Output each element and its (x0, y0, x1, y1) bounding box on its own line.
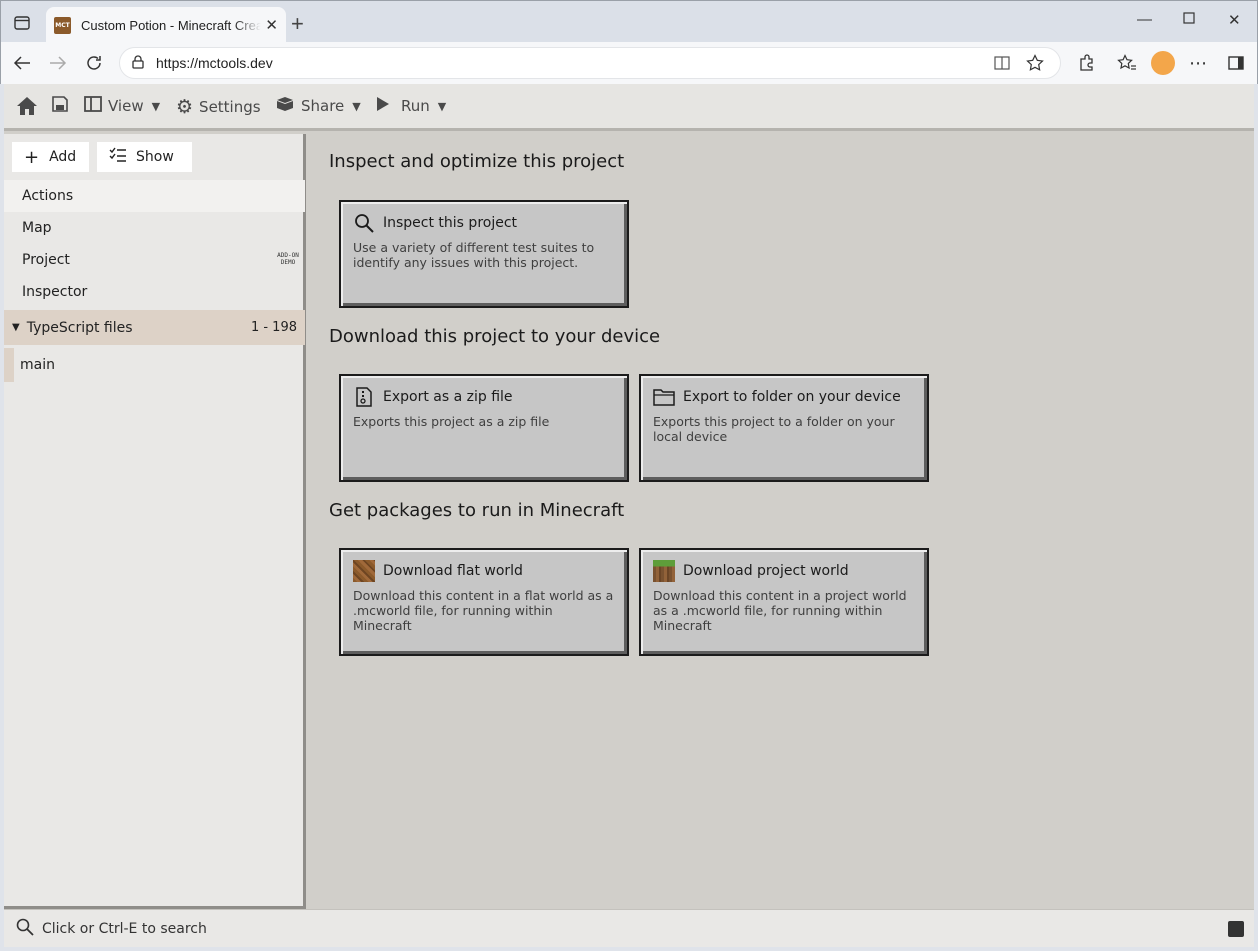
share-menu-button[interactable]: Share ▼ (275, 96, 361, 116)
search-icon (16, 918, 34, 940)
sidebar-item-label: Project (22, 252, 70, 268)
download-project-world-card[interactable]: Download project world Download this con… (639, 548, 929, 656)
chevron-down-icon: ▼ (437, 99, 447, 113)
profile-avatar[interactable] (1151, 51, 1175, 75)
forward-icon[interactable] (46, 51, 70, 75)
app-toolbar: View ▼ ⚙ Settings Share ▼ Run ▼ (4, 84, 1254, 131)
card-description: Exports this project to a folder on your… (653, 414, 895, 444)
chevron-down-icon: ▼ (151, 99, 161, 113)
card-title: Export as a zip file (383, 389, 513, 405)
new-tab-icon[interactable]: + (291, 11, 304, 37)
search-bar[interactable]: Click or Ctrl-E to search (4, 909, 1254, 947)
settings-label: Settings (199, 98, 261, 116)
card-description: Exports this project as a zip file (353, 414, 550, 429)
run-label: Run (401, 97, 430, 115)
view-label: View (108, 97, 144, 115)
sidebar-item-project[interactable]: Project ADD-ON DEMO (4, 244, 305, 276)
checklist-icon (109, 147, 127, 167)
zip-file-icon (353, 386, 375, 408)
url-field[interactable]: https://mctools.dev (119, 47, 1061, 79)
expand-panel-icon[interactable] (1228, 921, 1244, 937)
refresh-icon[interactable] (82, 51, 106, 75)
sidebar-item-label: Inspector (22, 284, 88, 300)
close-window-icon[interactable]: ✕ (1228, 11, 1241, 29)
save-icon (52, 96, 68, 116)
card-title: Inspect this project (383, 215, 518, 231)
search-icon (353, 212, 375, 234)
sidebar-toggle-icon[interactable] (1224, 51, 1248, 75)
section-title: Inspect and optimize this project (329, 151, 625, 172)
card-title: Download flat world (383, 563, 523, 579)
typescript-files-group[interactable]: ▼ TypeScript files 1 - 198 (4, 310, 305, 345)
more-options-icon[interactable]: ⋯ (1186, 51, 1210, 75)
app-root: View ▼ ⚙ Settings Share ▼ Run ▼ + Add Sh… (4, 84, 1254, 947)
card-title: Export to folder on your device (683, 389, 901, 405)
show-label: Show (136, 149, 174, 165)
group-count: 1 - 198 (250, 320, 297, 335)
group-label: TypeScript files (26, 319, 133, 336)
selection-indicator (4, 348, 14, 382)
sidebar-item-label: Actions (22, 188, 74, 204)
card-title: Download project world (683, 563, 849, 579)
save-button[interactable] (52, 96, 68, 116)
lock-icon (132, 54, 144, 73)
sidebar-item-actions[interactable]: Actions (4, 180, 305, 212)
gear-icon: ⚙ (176, 96, 194, 118)
add-button[interactable]: + Add (12, 142, 89, 172)
maximize-icon[interactable] (1183, 11, 1195, 28)
app-view-icon[interactable] (994, 55, 1010, 75)
home-button[interactable] (16, 96, 38, 120)
settings-button[interactable]: ⚙ Settings (176, 96, 261, 118)
tab-title: Custom Potion - Minecraft Creator Tools (81, 17, 261, 33)
card-description: Download this content in a flat world as… (353, 588, 614, 633)
card-description: Download this content in a project world… (653, 588, 907, 633)
sidebar-item-label: Map (22, 220, 52, 236)
address-bar-row: https://mctools.dev ⋯ (0, 42, 1258, 84)
favorite-star-icon[interactable] (1026, 54, 1044, 76)
url-text: https://mctools.dev (156, 55, 273, 71)
file-item-main[interactable]: main (4, 348, 305, 382)
run-menu-button[interactable]: Run ▼ (376, 96, 446, 116)
tab-actions-icon[interactable] (11, 12, 33, 34)
browser-tab[interactable]: MCT Custom Potion - Minecraft Creator To… (46, 7, 286, 43)
folder-icon (653, 386, 675, 408)
home-icon (16, 96, 38, 120)
chevron-down-icon: ▼ (352, 99, 361, 113)
back-icon[interactable] (10, 51, 34, 75)
file-label: main (20, 357, 55, 373)
add-label: Add (49, 149, 77, 165)
favorites-icon[interactable] (1115, 51, 1139, 75)
actions-panel: Inspect and optimize this project Inspec… (310, 134, 1254, 909)
search-placeholder: Click or Ctrl-E to search (42, 920, 207, 937)
minimize-icon[interactable]: — (1137, 11, 1152, 28)
card-description: Use a variety of different test suites t… (353, 240, 595, 270)
project-sidebar: + Add Show Actions Map Project ADD-ON DE… (4, 134, 306, 909)
grass-block-icon (653, 560, 675, 582)
browser-tab-bar: MCT Custom Potion - Minecraft Creator To… (0, 0, 1258, 43)
export-zip-card[interactable]: Export as a zip file Exports this projec… (339, 374, 629, 482)
project-type-badge: ADD-ON DEMO (277, 252, 299, 266)
share-box-icon (275, 96, 295, 116)
extensions-icon[interactable] (1074, 51, 1098, 75)
plus-icon: + (24, 146, 40, 168)
close-tab-icon[interactable]: ✕ (265, 16, 278, 34)
section-title: Download this project to your device (329, 326, 661, 347)
view-menu-button[interactable]: View ▼ (84, 96, 160, 116)
layout-icon (84, 96, 102, 116)
export-folder-card[interactable]: Export to folder on your device Exports … (639, 374, 929, 482)
play-icon (376, 96, 390, 116)
download-flat-world-card[interactable]: Download flat world Download this conten… (339, 548, 629, 656)
app-favicon-icon: MCT (54, 16, 71, 34)
share-label: Share (301, 97, 345, 115)
section-title: Get packages to run in Minecraft (329, 500, 625, 521)
chevron-down-icon: ▼ (12, 322, 20, 333)
show-button[interactable]: Show (97, 142, 192, 172)
inspect-project-card[interactable]: Inspect this project Use a variety of di… (339, 200, 629, 308)
sidebar-item-inspector[interactable]: Inspector (4, 276, 305, 308)
sidebar-item-map[interactable]: Map (4, 212, 305, 244)
dirt-block-icon (353, 560, 375, 582)
